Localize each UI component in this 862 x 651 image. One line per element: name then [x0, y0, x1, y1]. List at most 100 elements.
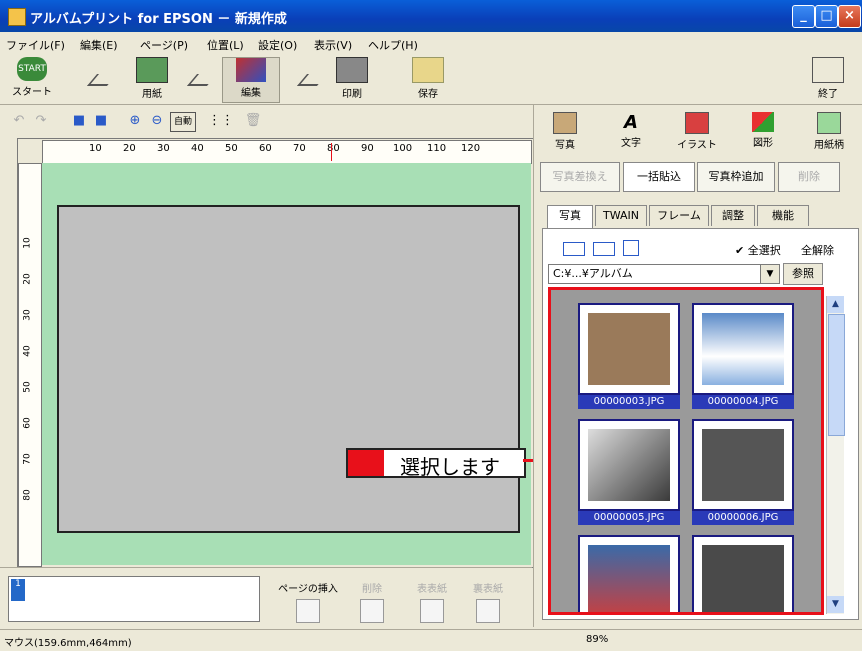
category-photo[interactable]: 写真: [540, 110, 590, 151]
close-button[interactable]: ×: [838, 5, 861, 28]
front-cover-button[interactable]: 表表紙: [410, 580, 454, 623]
printer-icon: [336, 57, 368, 83]
quit-label: 終了: [818, 89, 838, 100]
ruler-tick: 30: [22, 309, 33, 321]
scroll-down-icon[interactable]: ▼: [827, 596, 844, 613]
app-window: アルバムプリント for EPSON － 新規作成 _ □ × ファイル(F) …: [0, 0, 862, 651]
category-paper-pattern[interactable]: 用紙柄: [804, 110, 854, 151]
page-bar: 1 ページの挿入 削除 表表紙 裏表紙: [0, 567, 532, 628]
trash-icon[interactable]: 🗑: [244, 112, 262, 130]
maximize-button[interactable]: □: [815, 5, 838, 28]
front-cover-label: 表表紙: [417, 584, 447, 595]
medium-view-icon[interactable]: [593, 242, 615, 256]
step-arrow-icon: [86, 74, 118, 86]
tab-twain[interactable]: TWAIN: [595, 205, 647, 226]
replace-photo-button[interactable]: 写真差換え: [540, 162, 620, 192]
paper-button[interactable]: 用紙: [130, 57, 174, 101]
redo-icon[interactable]: ↷: [32, 112, 50, 130]
paper-pattern-icon: [817, 112, 841, 134]
ruler-tick: 50: [22, 381, 33, 393]
menu-bar: ファイル(F) 編集(E) ページ(P) 位置(L) 設定(O) 表示(V) ヘ…: [0, 33, 862, 54]
page-canvas[interactable]: [57, 205, 520, 533]
paper-icon: [136, 57, 168, 83]
callout-label: 選択します: [346, 448, 526, 479]
scroll-up-icon[interactable]: ▲: [827, 296, 844, 313]
tab-function[interactable]: 機能: [757, 205, 809, 226]
menu-view[interactable]: 表示(V): [314, 37, 352, 53]
undo-icon[interactable]: ↶: [10, 112, 28, 130]
insert-page-label: ページの挿入: [278, 584, 338, 595]
save-label: 保存: [418, 89, 438, 100]
category-shape[interactable]: 図形: [738, 110, 788, 150]
ruler-tick: 60: [259, 143, 272, 154]
step-arrow-icon: [296, 74, 328, 86]
category-label: 図形: [753, 138, 773, 149]
send-back-icon[interactable]: ■: [92, 112, 110, 130]
grid-icon[interactable]: ⋮⋮: [208, 112, 234, 130]
zoom-level: 89%: [586, 634, 609, 645]
page-thumbnail[interactable]: 1: [11, 579, 25, 601]
add-frame-button[interactable]: 写真枠追加: [697, 162, 775, 192]
delete-page-button[interactable]: 削除: [352, 580, 392, 623]
category-illustration[interactable]: イラスト: [672, 110, 722, 151]
auto-fit-button[interactable]: 自動: [170, 112, 196, 132]
menu-page[interactable]: ページ(P): [140, 37, 188, 53]
print-button[interactable]: 印刷: [330, 57, 374, 101]
menu-file[interactable]: ファイル(F): [6, 37, 65, 53]
scroll-thumb[interactable]: [828, 314, 845, 436]
ruler-tick: 120: [461, 143, 481, 154]
category-label: 用紙柄: [814, 140, 844, 151]
front-cover-icon: [420, 599, 444, 623]
tab-adjust[interactable]: 調整: [711, 205, 755, 226]
category-label: 写真: [555, 140, 575, 151]
small-view-icon[interactable]: [563, 242, 585, 256]
save-button[interactable]: 保存: [406, 57, 450, 101]
mouse-position: マウス(159.6mm,464mm): [4, 638, 132, 649]
ruler-tick: 20: [22, 273, 33, 285]
folder-path-field[interactable]: C:¥...¥アルバム: [548, 264, 780, 284]
large-view-icon[interactable]: [623, 240, 639, 256]
back-cover-icon: [476, 599, 500, 623]
menu-help[interactable]: ヘルプ(H): [368, 37, 418, 53]
ruler-tick: 50: [225, 143, 238, 154]
paper-label: 用紙: [142, 89, 162, 100]
menu-settings[interactable]: 設定(O): [258, 37, 297, 53]
delete-page-icon: [360, 599, 384, 623]
bring-front-icon[interactable]: ■: [70, 112, 88, 130]
title-bar: アルバムプリント for EPSON － 新規作成 _ □ ×: [0, 0, 862, 32]
batch-paste-button[interactable]: 一括貼込: [623, 162, 695, 192]
start-label: スタート: [12, 87, 52, 98]
quit-button[interactable]: 終了: [806, 57, 850, 101]
browse-button[interactable]: 参照: [783, 263, 823, 285]
ruler-tick: 10: [22, 237, 33, 249]
insert-page-icon: [296, 599, 320, 623]
category-text[interactable]: A 文字: [606, 110, 656, 150]
gallery-scrollbar[interactable]: ▲ ▼: [826, 296, 845, 614]
delete-button[interactable]: 削除: [778, 162, 840, 192]
zoom-in-icon[interactable]: ⊕: [126, 112, 144, 130]
tab-frame[interactable]: フレーム: [649, 205, 709, 226]
page-list[interactable]: 1: [8, 576, 260, 622]
edit-toolbar: ↶ ↷ ■ ■ ⊕ ⊖ 自動 ⋮⋮ 🗑: [0, 105, 532, 137]
horizontal-ruler: 10 20 30 40 50 60 70 80 90 100 110 120: [42, 140, 532, 164]
category-label: イラスト: [677, 140, 717, 151]
menu-edit[interactable]: 編集(E): [80, 37, 118, 53]
ruler-tick: 80: [22, 489, 33, 501]
select-all-link[interactable]: ✔ 全選択: [735, 242, 781, 258]
tab-photo[interactable]: 写真: [547, 205, 593, 228]
view-options: ✔ 全選択 全解除: [553, 240, 853, 258]
callout-text: 選択します: [400, 455, 500, 479]
back-cover-button[interactable]: 裏表紙: [466, 580, 510, 623]
chevron-down-icon[interactable]: ▼: [760, 264, 780, 284]
menu-position[interactable]: 位置(L): [207, 37, 244, 53]
edit-button[interactable]: 編集: [222, 57, 280, 103]
photo-icon: [553, 112, 577, 134]
deselect-all-link[interactable]: 全解除: [801, 242, 834, 258]
start-button[interactable]: START スタート: [10, 57, 54, 101]
insert-page-button[interactable]: ページの挿入: [268, 580, 348, 623]
minimize-button[interactable]: _: [792, 5, 815, 28]
ruler-tick: 10: [89, 143, 102, 154]
window-title: アルバムプリント for EPSON － 新規作成: [30, 12, 287, 27]
edit-label: 編集: [241, 88, 261, 99]
zoom-out-icon[interactable]: ⊖: [148, 112, 166, 130]
